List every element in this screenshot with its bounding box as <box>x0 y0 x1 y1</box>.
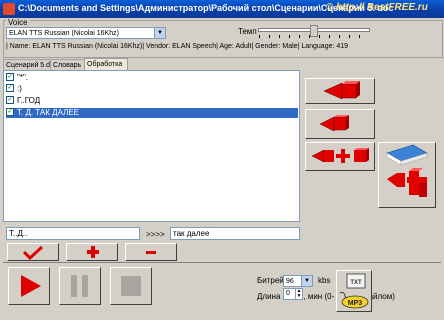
tempo-label: Темп <box>238 27 257 36</box>
speaker-cube-icon <box>323 81 360 100</box>
book-to-speech-icon <box>386 144 428 197</box>
voice-select-value: ELAN TTS Russian (Nicolai 16Khz) <box>9 30 119 37</box>
list-item[interactable]: ✓:) <box>6 83 298 94</box>
checkbox[interactable]: ✓ <box>6 72 14 81</box>
app-icon <box>3 3 15 15</box>
chevron-down-icon[interactable]: ▼ <box>154 28 165 38</box>
list-item-text: Г..ГОД <box>17 96 41 105</box>
spinner-arrows-icon[interactable]: ▲ ▼ <box>295 289 302 299</box>
speak-selection-button[interactable] <box>305 109 375 139</box>
speak-add-button[interactable] <box>305 142 375 171</box>
part-length-value: 0 <box>286 290 290 297</box>
list-item-text: "*". <box>17 73 29 82</box>
speaker-plus-icon <box>311 148 369 163</box>
checkbox[interactable]: ✓ <box>6 83 14 92</box>
bitrate-value: 96 <box>286 278 294 285</box>
replace-arrow-label: >>>> <box>146 230 165 239</box>
convert-book-button[interactable] <box>378 142 436 208</box>
voice-group-label: Voice <box>6 18 30 27</box>
bitrate-unit: kbs <box>318 276 331 285</box>
tab-processing-label: Обработка <box>87 61 123 68</box>
tab-dictionary[interactable]: Словарь <box>50 59 85 70</box>
list-item-selected[interactable]: ✓ Т. Д. ТАК ДАЛЕЕ <box>6 107 298 118</box>
bitrate-select[interactable]: 96 ▼ <box>283 275 313 287</box>
part-length-spinner[interactable]: 0 ▲ ▼ <box>283 288 303 300</box>
list-item-text: Т. Д. ТАК ДАЛЕЕ <box>17 108 79 117</box>
mp3-icon-label: MP3 <box>348 300 363 307</box>
add-button[interactable] <box>66 243 118 261</box>
stop-icon <box>121 276 141 296</box>
checkbox[interactable]: ✓ <box>6 107 14 116</box>
minus-icon <box>146 251 156 254</box>
list-item[interactable]: ✓ Г..ГОД <box>6 95 298 106</box>
remove-button[interactable] <box>125 243 177 261</box>
speak-all-button[interactable] <box>305 78 375 104</box>
tab-scenario[interactable]: Сценарий 5.doc <box>3 59 57 70</box>
list-item[interactable]: ✓ "*". <box>6 72 298 83</box>
tempo-slider[interactable] <box>258 25 370 38</box>
pause-button[interactable] <box>59 267 101 305</box>
apply-button[interactable] <box>7 243 59 261</box>
plus-icon <box>87 246 99 258</box>
tempo-slider-ticks <box>259 35 369 38</box>
checkbox[interactable]: ✓ <box>6 95 14 104</box>
checkmark-icon <box>22 245 44 260</box>
voice-group <box>3 20 443 58</box>
title-bar: C:\Documents and Settings\Администратор\… <box>0 0 444 18</box>
chevron-down-icon[interactable]: ▼ <box>301 276 312 286</box>
part-length-label: Длина части, мин (0- одним файлом) <box>257 292 395 301</box>
replacement-text-field[interactable]: так далее <box>170 227 300 240</box>
speaker-cube-small-icon <box>319 115 349 132</box>
txt-to-mp3-icon: TXT MP3 <box>339 273 369 309</box>
list-item-text: :) <box>17 84 22 93</box>
abbreviation-list[interactable]: ✓ "*". ✓:) ✓ Г..ГОД ✓ Т. Д. ТАК ДАЛЕЕ <box>3 70 300 222</box>
voice-select[interactable]: ELAN TTS Russian (Nicolai 16Khz) ▼ <box>6 27 166 39</box>
pause-icon <box>71 275 88 297</box>
play-button[interactable] <box>8 267 50 305</box>
txt-to-mp3-button[interactable]: TXT MP3 <box>336 270 372 312</box>
txt-icon-label: TXT <box>350 280 362 286</box>
tab-dictionary-label: Словарь <box>53 62 82 69</box>
voice-info: | Name: ELAN TTS Russian (Nicolai 16Khz)… <box>6 43 349 50</box>
stop-button[interactable] <box>110 267 152 305</box>
tab-processing[interactable]: Обработка <box>84 58 128 70</box>
play-icon <box>21 275 41 297</box>
watermark: © http:// BestFREE.ru <box>326 2 428 13</box>
source-text-field[interactable]: Т..Д.. <box>6 227 140 240</box>
